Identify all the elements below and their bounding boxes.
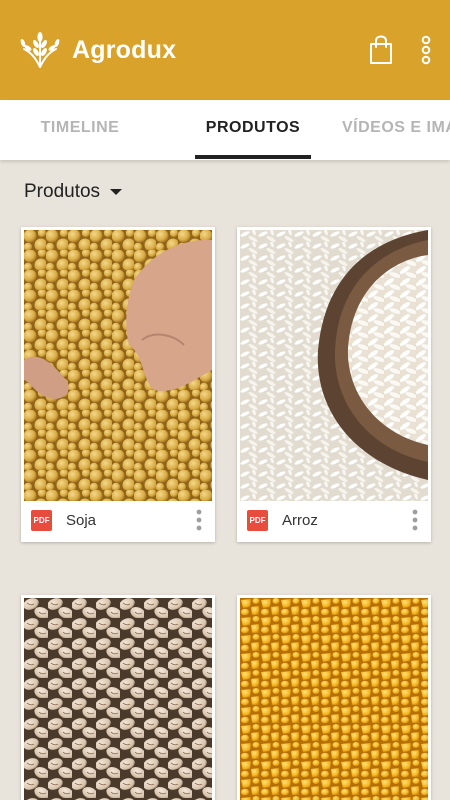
more-vert-icon[interactable] bbox=[193, 508, 205, 532]
product-card-corn[interactable] bbox=[237, 595, 431, 800]
caret-down-icon bbox=[110, 188, 123, 196]
app-bar: Agrodux bbox=[0, 0, 450, 100]
tab-indicator bbox=[195, 155, 311, 159]
tab-videos-imagens[interactable]: VÍDEOS E IMA bbox=[342, 100, 450, 160]
app-bar-actions bbox=[368, 35, 432, 65]
product-card-footer: PDF Soja bbox=[21, 498, 215, 542]
product-card-arroz[interactable]: PDF Arroz bbox=[237, 227, 431, 542]
section-title: Produtos bbox=[24, 181, 101, 202]
shopping-bag-icon[interactable] bbox=[368, 35, 394, 65]
product-label: Arroz bbox=[282, 511, 318, 529]
corn-photo bbox=[240, 598, 428, 800]
soybeans-photo bbox=[24, 230, 212, 501]
wheat-icon bbox=[18, 31, 62, 69]
product-card-beans[interactable] bbox=[21, 595, 215, 800]
section-dropdown[interactable]: Produtos bbox=[24, 181, 123, 203]
rice-photo bbox=[240, 230, 428, 501]
product-label: Soja bbox=[66, 511, 97, 529]
tab-timeline[interactable]: TIMELINE bbox=[0, 100, 160, 160]
product-card-soja[interactable]: PDF Soja bbox=[21, 227, 215, 542]
more-vert-icon[interactable] bbox=[420, 35, 432, 65]
tab-produtos[interactable]: PRODUTOS bbox=[195, 100, 311, 160]
pdf-icon: PDF bbox=[31, 509, 52, 531]
product-card-footer: PDF Arroz bbox=[237, 498, 431, 542]
app-title: Agrodux bbox=[72, 35, 177, 64]
beans-photo bbox=[24, 598, 212, 800]
more-vert-icon[interactable] bbox=[409, 508, 421, 532]
pdf-icon: PDF bbox=[247, 509, 268, 531]
tab-bar: TIMELINE PRODUTOS VÍDEOS E IMA bbox=[0, 100, 450, 160]
